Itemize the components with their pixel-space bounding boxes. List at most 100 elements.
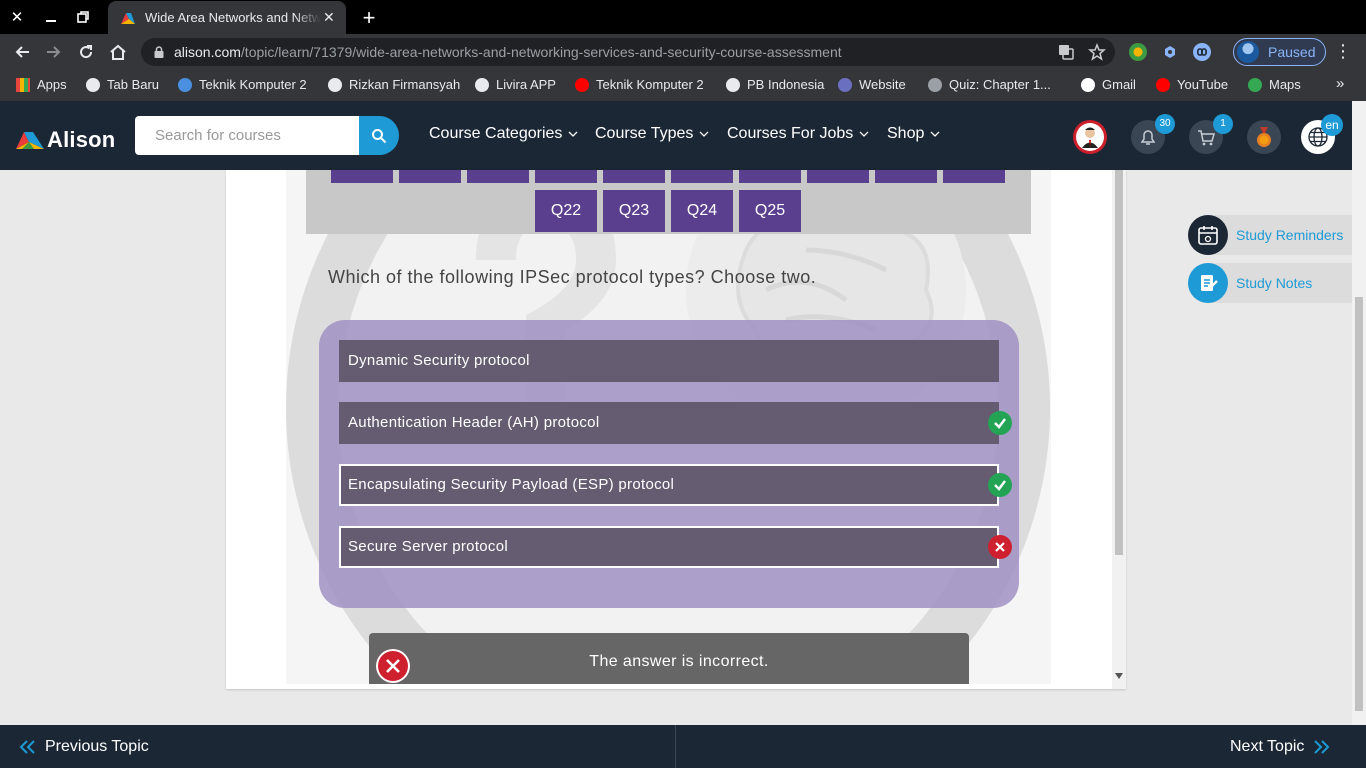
- answer-label: Dynamic Security protocol: [348, 352, 530, 369]
- bookmark-label: Livira APP: [496, 77, 556, 92]
- answer-label: Authentication Header (AH) protocol: [348, 414, 600, 431]
- bookmarks-bar: Maps YouTube Gmail Quiz: Chapter 1... Websit…: [0, 70, 1366, 101]
- bookmark-item[interactable]: Quiz: Chapter 1...: [928, 77, 1051, 92]
- question-button-q22[interactable]: Q22: [535, 190, 597, 232]
- answer-option-3[interactable]: Encapsulating Security Payload (ESP) pro…: [339, 464, 999, 506]
- question-button[interactable]: [807, 170, 869, 183]
- page-scrollbar[interactable]: [1352, 101, 1366, 725]
- question-button[interactable]: [331, 170, 393, 183]
- bookmark-label: Website: [859, 77, 906, 92]
- achievements-button[interactable]: [1247, 120, 1281, 154]
- url-text: alison.com/topic/learn/71379/wide-area-n…: [174, 44, 842, 60]
- question-button[interactable]: [875, 170, 937, 183]
- quiz-area: Q22 Q23 Q24 Q25 Which of the following I…: [286, 170, 1051, 684]
- chevron-down-icon: [859, 131, 869, 137]
- bookmark-item[interactable]: Rizkan Firmansyah: [328, 77, 460, 92]
- alison-logo[interactable]: Alison: [16, 127, 115, 153]
- extension-1-icon[interactable]: [1129, 43, 1147, 61]
- bookmark-favicon-icon: [86, 77, 100, 92]
- bookmark-item[interactable]: Teknik Komputer 2: [575, 77, 704, 92]
- next-topic-label: Next Topic: [1230, 737, 1305, 755]
- result-banner: The answer is incorrect.: [369, 633, 969, 684]
- bookmark-label: PB Indonesia: [747, 77, 825, 92]
- bookmark-label: YouTube: [1177, 77, 1229, 92]
- calendar-icon: [1188, 215, 1228, 255]
- study-notes-button[interactable]: Study Notes: [1188, 263, 1358, 303]
- close-window-icon[interactable]: ✕: [6, 7, 28, 27]
- question-button[interactable]: [535, 170, 597, 183]
- profile-paused-button[interactable]: Paused: [1233, 38, 1326, 66]
- tab-close-icon[interactable]: ✕: [323, 9, 335, 26]
- question-button-q25[interactable]: Q25: [739, 190, 801, 232]
- bookmark-favicon-icon: [16, 77, 30, 92]
- next-topic-button[interactable]: Next Topic: [1230, 725, 1331, 768]
- menu-label: Course Types: [595, 125, 694, 142]
- previous-topic-label: Previous Topic: [45, 737, 149, 755]
- bookmark-item[interactable]: Gmail: [1081, 77, 1136, 92]
- menu-label: Shop: [887, 125, 925, 142]
- chevron-down-icon: [930, 131, 940, 137]
- profile-status-label: Paused: [1268, 44, 1316, 60]
- address-bar[interactable]: alison.com/topic/learn/71379/wide-area-n…: [141, 38, 1115, 66]
- bookmark-item[interactable]: Website: [838, 77, 906, 92]
- answer-option-1[interactable]: Dynamic Security protocol: [339, 340, 999, 382]
- browser-tab-bar: ✕ Wide Area Networks and Networking Serv…: [0, 0, 1366, 34]
- page-scrollbar-thumb[interactable]: [1355, 297, 1363, 711]
- bookmark-star-icon[interactable]: [1088, 42, 1106, 61]
- new-tab-icon[interactable]: +: [358, 5, 380, 31]
- answer-option-4[interactable]: Secure Server protocol: [339, 526, 999, 568]
- bookmark-item[interactable]: Tab Baru: [86, 77, 159, 92]
- search-button[interactable]: [359, 116, 399, 155]
- question-button-q23[interactable]: Q23: [603, 190, 665, 232]
- profile-avatar: [1237, 41, 1259, 63]
- course-search-input[interactable]: Search for courses: [135, 116, 359, 155]
- question-button[interactable]: [399, 170, 461, 183]
- bookmark-label: Maps: [1269, 77, 1301, 92]
- browser-menu-icon[interactable]: ⋮: [1334, 41, 1352, 62]
- question-button-q24[interactable]: Q24: [671, 190, 733, 232]
- bookmark-favicon-icon: [178, 77, 192, 92]
- bookmark-favicon-icon: [1156, 77, 1170, 92]
- search-icon: [372, 128, 387, 143]
- menu-course-types[interactable]: Course Types: [595, 125, 709, 143]
- bookmark-label: Tab Baru: [107, 77, 160, 92]
- bookmark-item[interactable]: Teknik Komputer 2: [178, 77, 307, 92]
- scroll-down-arrow-icon[interactable]: [1115, 673, 1123, 679]
- home-icon[interactable]: [106, 41, 130, 63]
- extension-3-icon[interactable]: [1193, 43, 1211, 61]
- back-icon[interactable]: [10, 41, 34, 63]
- more-bookmarks-icon[interactable]: »: [1336, 75, 1344, 92]
- restore-window-icon[interactable]: [72, 7, 94, 27]
- minimize-window-icon[interactable]: [40, 7, 62, 27]
- active-browser-tab[interactable]: Wide Area Networks and Networking Servic…: [108, 1, 346, 34]
- user-avatar[interactable]: [1073, 120, 1107, 154]
- question-button[interactable]: [943, 170, 1005, 183]
- forward-icon[interactable]: [42, 41, 66, 63]
- reload-icon[interactable]: [74, 41, 98, 63]
- bookmark-favicon-icon: [1081, 77, 1095, 92]
- menu-courses-for-jobs[interactable]: Courses For Jobs: [727, 125, 869, 143]
- answer-option-2[interactable]: Authentication Header (AH) protocol: [339, 402, 999, 444]
- bookmark-item[interactable]: Apps: [16, 77, 67, 92]
- study-reminders-button[interactable]: Study Reminders: [1188, 215, 1358, 255]
- correct-check-icon: [988, 473, 1012, 497]
- bookmark-item[interactable]: Maps: [1248, 77, 1301, 92]
- question-button[interactable]: [603, 170, 665, 183]
- question-button[interactable]: [739, 170, 801, 183]
- bookmark-item[interactable]: Livira APP: [475, 77, 556, 92]
- question-button[interactable]: [467, 170, 529, 183]
- quiz-scrollbar-thumb[interactable]: [1115, 170, 1123, 555]
- menu-course-categories[interactable]: Course Categories: [429, 125, 578, 143]
- cart-count-badge: 1: [1213, 114, 1233, 134]
- study-notes-label: Study Notes: [1236, 275, 1313, 291]
- translate-icon[interactable]: [1057, 43, 1075, 61]
- bookmark-item[interactable]: YouTube: [1156, 77, 1228, 92]
- bookmark-item[interactable]: PB Indonesia: [726, 77, 824, 92]
- menu-shop[interactable]: Shop: [887, 125, 940, 143]
- previous-topic-button[interactable]: Previous Topic: [18, 725, 149, 768]
- quiz-scrollbar[interactable]: [1112, 170, 1126, 689]
- answer-options-panel: Dynamic Security protocol Authentication…: [319, 320, 1019, 608]
- menu-label: Courses For Jobs: [727, 125, 854, 142]
- extension-2-icon[interactable]: [1161, 43, 1179, 61]
- question-button[interactable]: [671, 170, 733, 183]
